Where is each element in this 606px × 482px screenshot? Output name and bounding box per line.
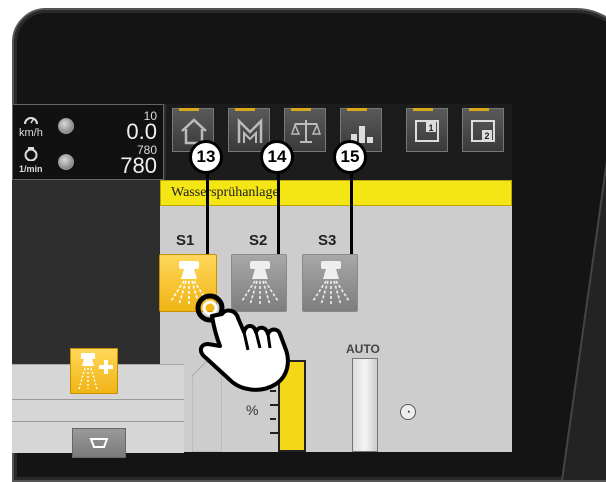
speed-row: km/h 10 0.0 [13, 107, 165, 144]
callout-14: 14 [260, 140, 294, 174]
page-title: Wassersprühanlage [171, 185, 279, 200]
callout-14-leader [277, 172, 280, 254]
sprayer-label-s3: S3 [318, 232, 337, 249]
spray-nozzle-icon [89, 438, 109, 448]
tab-page-2[interactable]: 2 [462, 108, 504, 152]
percent-label: % [246, 402, 259, 418]
speed-value: 0.0 [126, 119, 157, 144]
tab-page-1[interactable]: 1 [406, 108, 448, 152]
scale-tick [270, 432, 280, 434]
spray-plus-icon [78, 353, 113, 390]
rpm-indicator-dot [58, 154, 74, 170]
bezel-edge [561, 40, 606, 480]
auto-level-bar[interactable] [352, 358, 378, 452]
tab-scale[interactable] [284, 108, 326, 152]
speed-indicator-dot [58, 118, 74, 134]
section-header: Wassersprühanlage [160, 180, 512, 206]
page-2-icon: 2 [471, 120, 495, 142]
callout-13: 13 [189, 140, 223, 174]
speed-unit: km/h [19, 127, 43, 139]
mill-icon [237, 117, 263, 143]
sprayer-label-s1: S1 [176, 232, 195, 249]
pressure-gauge-icon: ◔ [400, 404, 416, 420]
engine-rpm-icon: 1/min [19, 147, 43, 175]
divider [12, 399, 184, 400]
page-1-icon: 1 [415, 120, 439, 142]
speedometer-icon: km/h [19, 113, 43, 139]
auto-label: AUTO [346, 342, 380, 356]
sprayer-label-s2: S2 [249, 232, 268, 249]
divider [12, 421, 184, 422]
rpm-value: 780 [120, 153, 157, 178]
scale-tick [270, 418, 276, 420]
page-2-label: 2 [484, 131, 489, 141]
scale-tick [270, 404, 280, 406]
callout-15-leader [350, 172, 353, 254]
scale-icon [291, 120, 321, 143]
callout-15: 15 [333, 140, 367, 174]
page-1-label: 1 [428, 123, 433, 133]
pointing-hand-icon [195, 293, 290, 392]
rpm-row: 1/min 780 780 [13, 143, 165, 179]
spray-mode-button[interactable] [72, 428, 126, 458]
callout-13-leader [206, 172, 209, 254]
rpm-unit: 1/min [19, 164, 43, 174]
speed-rpm-readout: km/h 10 0.0 1/min 780 780 [12, 104, 164, 180]
sprayer-s3-button[interactable] [302, 254, 358, 312]
add-spray-button[interactable] [70, 348, 118, 394]
spray-nozzle-icon [312, 261, 350, 306]
